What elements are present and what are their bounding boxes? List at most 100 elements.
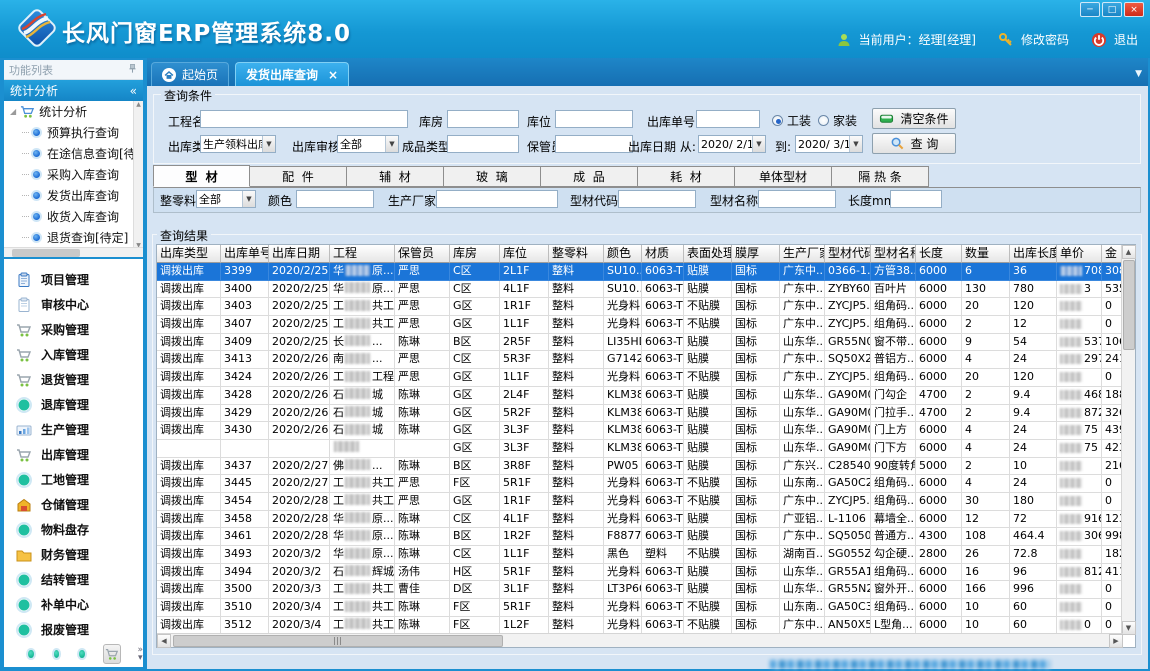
cell[interactable]: 幕墙全... <box>871 511 916 529</box>
cell[interactable]: 6000 <box>916 351 962 369</box>
search-button[interactable]: 查 询 <box>872 133 956 154</box>
cell[interactable]: 贴膜 <box>684 263 732 281</box>
cell[interactable]: GR55N02 <box>825 334 871 352</box>
cell[interactable]: 1L1F <box>500 369 549 387</box>
cell[interactable]: 2020/2/25 <box>269 281 330 299</box>
cell[interactable]: 812 <box>1057 564 1102 582</box>
cell[interactable]: GA90M06... <box>825 387 871 405</box>
cell[interactable]: 16 <box>962 564 1010 582</box>
cell[interactable]: 严思 <box>395 298 450 316</box>
cell[interactable]: 6063-T5 <box>642 351 684 369</box>
cell[interactable] <box>1057 475 1102 493</box>
column-header[interactable]: 出库类型 <box>157 245 221 263</box>
cell[interactable]: 不贴膜 <box>684 369 732 387</box>
cell[interactable]: 9 <box>962 334 1010 352</box>
cell[interactable]: 严思 <box>395 351 450 369</box>
cell[interactable]: 陈琳 <box>395 511 450 529</box>
cell[interactable]: 308 <box>1102 263 1123 281</box>
cell[interactable]: 24 <box>1010 440 1057 458</box>
table-row[interactable]: 调拨出库34932020/3/2华原...陈琳C区1L1F整料黑色塑料不贴膜国标… <box>157 546 1135 564</box>
cell[interactable]: 山东华... <box>780 564 825 582</box>
cell[interactable]: 工共工程 <box>330 617 395 635</box>
cell[interactable]: 组角码... <box>871 493 916 511</box>
cell[interactable]: 陈琳 <box>395 334 450 352</box>
table-row[interactable]: 调拨出库34072020/2/25工共工程严思G区1L1F整料光身料6063-T… <box>157 316 1135 334</box>
grid-horizontal-scrollbar[interactable]: ◀ ▶ <box>157 633 1123 647</box>
material-tab-1[interactable]: 型 材 <box>153 165 250 187</box>
cell[interactable]: 3407 <box>221 316 269 334</box>
cell[interactable]: 3409 <box>221 334 269 352</box>
cell[interactable]: 广东中... <box>780 617 825 635</box>
cell[interactable]: 广东中... <box>780 351 825 369</box>
cell[interactable]: 2020/2/25 <box>269 316 330 334</box>
cell[interactable]: 182 <box>1102 546 1123 564</box>
cell[interactable]: 陈琳 <box>395 546 450 564</box>
cell[interactable]: 5R1F <box>500 564 549 582</box>
cell[interactable]: 调拨出库 <box>157 351 221 369</box>
cell[interactable]: 山东南... <box>780 599 825 617</box>
cell[interactable]: F区 <box>450 617 500 635</box>
cell[interactable]: 广东中... <box>780 298 825 316</box>
cell[interactable]: C区 <box>450 546 500 564</box>
column-header[interactable]: 库房 <box>450 245 500 263</box>
cell[interactable]: G区 <box>450 316 500 334</box>
vertical-scroll-thumb[interactable] <box>1123 260 1135 350</box>
tree-root[interactable]: ◢ 统计分析 <box>4 101 143 122</box>
cell[interactable]: 2020/2/26 <box>269 351 330 369</box>
cell[interactable]: 130 <box>962 281 1010 299</box>
cell[interactable]: 0366-1.2 <box>825 263 871 281</box>
cell[interactable]: 2020/2/25 <box>269 334 330 352</box>
cell[interactable]: 1L2F <box>500 617 549 635</box>
cell[interactable]: 国标 <box>732 458 780 476</box>
table-row[interactable]: 调拨出库33992020/2/25华原...严思C区2L1F整料SU10...6… <box>157 263 1135 281</box>
column-header[interactable]: 单价 <box>1057 245 1102 263</box>
cell[interactable]: 423 <box>1102 440 1123 458</box>
cell[interactable]: 贴膜 <box>684 351 732 369</box>
column-header[interactable]: 膜厚 <box>732 245 780 263</box>
cell[interactable]: 6063-T5 <box>642 281 684 299</box>
cell[interactable]: 439 <box>1102 422 1123 440</box>
cell[interactable]: 黑色 <box>604 546 642 564</box>
cell[interactable]: 4700 <box>916 405 962 423</box>
table-row[interactable]: 调拨出库34452020/2/27工共工程严思F区5R1F整料光身料6063-T… <box>157 475 1135 493</box>
table-row[interactable]: 调拨出库34132020/2/26南...严思C区5R3F整料G71422606… <box>157 351 1135 369</box>
cell[interactable]: 0 <box>1102 581 1123 599</box>
product-type-input[interactable] <box>447 135 519 153</box>
cell[interactable]: 24 <box>1010 422 1057 440</box>
cell[interactable]: 石城 <box>330 422 395 440</box>
cell[interactable]: 6063-T5 <box>642 458 684 476</box>
cell[interactable]: 不贴膜 <box>684 617 732 635</box>
cell[interactable]: 贴膜 <box>684 281 732 299</box>
cell[interactable]: 998 <box>1102 528 1123 546</box>
table-row[interactable]: 调拨出库34092020/2/25长...陈琳B区2R5F整料LI35HD606… <box>157 334 1135 352</box>
tree-vertical-scrollbar[interactable]: ▲▼ <box>133 101 143 249</box>
cell[interactable]: KLM3817 <box>604 440 642 458</box>
cell[interactable]: 464.4 <box>1010 528 1057 546</box>
cell[interactable]: 6063-T5 <box>642 387 684 405</box>
cell[interactable]: G区 <box>450 298 500 316</box>
column-header[interactable]: 出库日期 <box>269 245 330 263</box>
table-row[interactable]: 调拨出库34582020/2/28华原...陈琳C区4L1F整料光身料6063-… <box>157 511 1135 529</box>
profile-name-input[interactable] <box>758 190 836 208</box>
cell[interactable]: F区 <box>450 475 500 493</box>
cell[interactable]: SU10... <box>604 281 642 299</box>
cell[interactable]: 326 <box>1102 405 1123 423</box>
cell[interactable]: 不贴膜 <box>684 298 732 316</box>
cell[interactable]: 调拨出库 <box>157 475 221 493</box>
cell[interactable]: 6000 <box>916 334 962 352</box>
cell[interactable]: 2020/2/26 <box>269 369 330 387</box>
cell[interactable]: 10 <box>1010 458 1057 476</box>
table-row[interactable]: 调拨出库34942020/3/2石辉城汤伟H区5R1F整料光身料6063-T5贴… <box>157 564 1135 582</box>
cell[interactable]: 5R1F <box>500 599 549 617</box>
cell[interactable]: 9.4 <box>1010 405 1057 423</box>
location-input[interactable] <box>555 110 633 128</box>
cell[interactable]: 整料 <box>549 617 604 635</box>
cell[interactable]: 0 <box>1102 298 1123 316</box>
cell[interactable]: 国标 <box>732 493 780 511</box>
cell[interactable]: 872 <box>1057 405 1102 423</box>
cell[interactable] <box>330 440 395 458</box>
cell[interactable]: 6063-T5 <box>642 564 684 582</box>
cell[interactable]: 整料 <box>549 281 604 299</box>
change-password-link[interactable]: 修改密码 <box>1021 31 1069 48</box>
cell[interactable]: 60 <box>1010 599 1057 617</box>
